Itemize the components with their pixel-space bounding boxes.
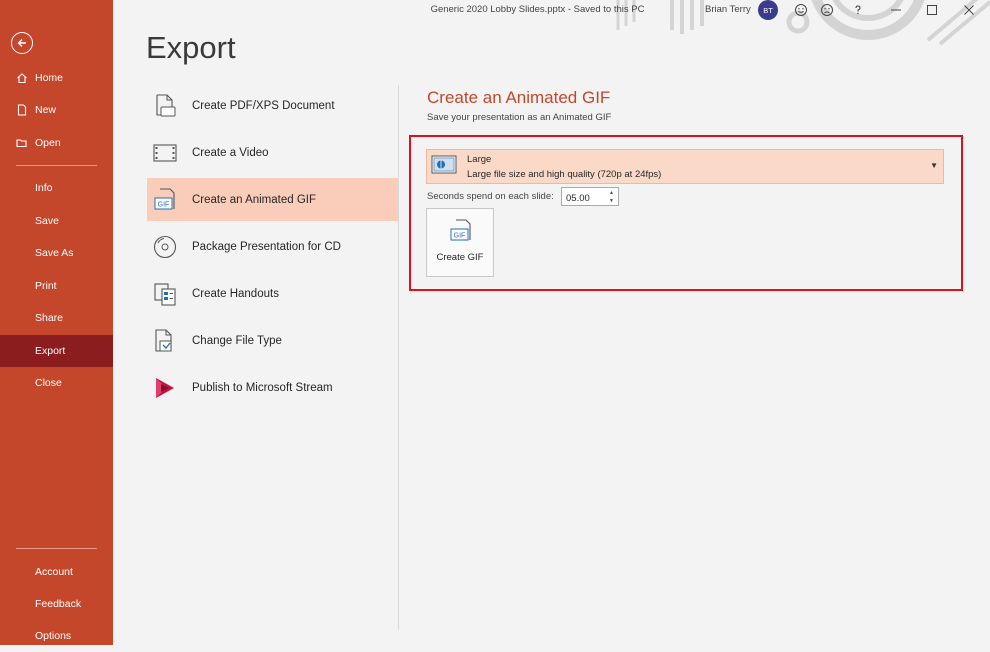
seconds-per-slide-stepper[interactable]: ▲ ▼ bbox=[561, 187, 619, 207]
export-option-pdf[interactable]: Create PDF/XPS Document bbox=[147, 84, 398, 127]
create-gif-label: Create GIF bbox=[436, 252, 484, 263]
change-file-type-icon bbox=[151, 327, 179, 355]
nav-print-label: Print bbox=[35, 280, 57, 292]
nav-account[interactable]: Account bbox=[0, 556, 113, 588]
new-document-icon bbox=[16, 104, 28, 116]
nav-open-label: Open bbox=[35, 137, 61, 149]
video-icon bbox=[151, 139, 179, 167]
nav-export[interactable]: Export bbox=[0, 335, 113, 367]
close-icon[interactable] bbox=[960, 1, 978, 19]
nav-info-label: Info bbox=[35, 182, 53, 194]
pane-divider bbox=[398, 85, 399, 630]
back-button[interactable] bbox=[11, 32, 33, 54]
nav-feedback[interactable]: Feedback bbox=[0, 588, 113, 620]
nav-print[interactable]: Print bbox=[0, 270, 113, 302]
create-gif-button[interactable]: GIF Create GIF bbox=[426, 208, 494, 277]
nav-open[interactable]: Open bbox=[0, 127, 113, 159]
seconds-per-slide-label: Seconds spend on each slide: bbox=[427, 191, 554, 202]
gif-quality-name: Large bbox=[467, 154, 492, 165]
gif-pane-title: Create an Animated GIF bbox=[427, 88, 611, 107]
nav-share-label: Share bbox=[35, 312, 64, 324]
user-name[interactable]: Brian Terry bbox=[705, 4, 751, 15]
back-arrow-icon bbox=[17, 39, 26, 47]
stream-icon bbox=[151, 374, 179, 402]
nav-share[interactable]: Share bbox=[0, 302, 113, 334]
export-option-label: Create a Video bbox=[192, 146, 269, 159]
nav-divider bbox=[16, 548, 97, 549]
nav-save-as-label: Save As bbox=[35, 247, 74, 259]
gif-quality-dropdown[interactable]: Large Large file size and high quality (… bbox=[426, 149, 944, 184]
home-icon bbox=[16, 72, 28, 84]
cd-icon bbox=[151, 233, 179, 261]
help-icon[interactable] bbox=[849, 1, 867, 19]
export-option-label: Package Presentation for CD bbox=[192, 240, 341, 253]
maximize-icon[interactable] bbox=[923, 1, 941, 19]
export-option-gif[interactable]: GIF Create an Animated GIF bbox=[147, 178, 398, 221]
nav-info[interactable]: Info bbox=[0, 172, 113, 204]
nav-save-as[interactable]: Save As bbox=[0, 237, 113, 269]
frown-feedback-icon[interactable] bbox=[818, 1, 836, 19]
pdf-document-icon bbox=[151, 92, 179, 120]
export-option-stream[interactable]: Publish to Microsoft Stream bbox=[147, 366, 398, 409]
window-title: Generic 2020 Lobby Slides.pptx - Saved t… bbox=[430, 4, 645, 15]
nav-options[interactable]: Options bbox=[0, 620, 113, 652]
handouts-icon bbox=[151, 280, 179, 308]
page-title: Export bbox=[146, 30, 236, 65]
folder-open-icon bbox=[16, 137, 28, 149]
gif-pane-description: Save your presentation as an Animated GI… bbox=[427, 112, 612, 123]
backstage-nav: Home New Open Info Save Save As Print Sh… bbox=[0, 0, 113, 645]
gif-icon: GIF bbox=[448, 218, 474, 244]
minimize-icon[interactable] bbox=[887, 1, 905, 19]
nav-divider bbox=[16, 165, 97, 166]
export-option-cd[interactable]: Package Presentation for CD bbox=[147, 225, 398, 268]
nav-options-label: Options bbox=[35, 630, 72, 642]
gif-icon-text: GIF bbox=[454, 233, 466, 240]
export-option-change-file-type[interactable]: Change File Type bbox=[147, 319, 398, 362]
nav-feedback-label: Feedback bbox=[35, 598, 82, 610]
spin-up-icon[interactable]: ▲ bbox=[607, 189, 616, 197]
nav-close[interactable]: Close bbox=[0, 367, 113, 399]
quality-monitor-icon bbox=[431, 155, 457, 177]
export-option-label: Publish to Microsoft Stream bbox=[192, 381, 333, 394]
export-option-label: Create Handouts bbox=[192, 287, 279, 300]
svg-text:GIF: GIF bbox=[158, 201, 170, 208]
gif-quality-description: Large file size and high quality (720p a… bbox=[467, 169, 662, 180]
nav-home[interactable]: Home bbox=[0, 62, 113, 94]
nav-home-label: Home bbox=[35, 72, 64, 84]
export-option-label: Create PDF/XPS Document bbox=[192, 99, 335, 112]
avatar[interactable]: BT bbox=[758, 0, 778, 20]
export-option-label: Change File Type bbox=[192, 334, 282, 347]
spin-down-icon[interactable]: ▼ bbox=[607, 197, 616, 205]
chevron-down-icon: ▼ bbox=[930, 161, 938, 170]
export-option-handouts[interactable]: Create Handouts bbox=[147, 272, 398, 315]
seconds-per-slide-input[interactable] bbox=[562, 190, 606, 207]
export-option-video[interactable]: Create a Video bbox=[147, 131, 398, 174]
nav-close-label: Close bbox=[35, 377, 62, 389]
gif-icon: GIF bbox=[151, 186, 179, 214]
nav-save[interactable]: Save bbox=[0, 205, 113, 237]
nav-new[interactable]: New bbox=[0, 94, 113, 126]
nav-save-label: Save bbox=[35, 215, 59, 227]
nav-account-label: Account bbox=[35, 566, 73, 578]
nav-new-label: New bbox=[35, 104, 57, 116]
smile-feedback-icon[interactable] bbox=[792, 1, 810, 19]
export-option-label: Create an Animated GIF bbox=[192, 193, 317, 206]
nav-export-label: Export bbox=[35, 345, 66, 357]
